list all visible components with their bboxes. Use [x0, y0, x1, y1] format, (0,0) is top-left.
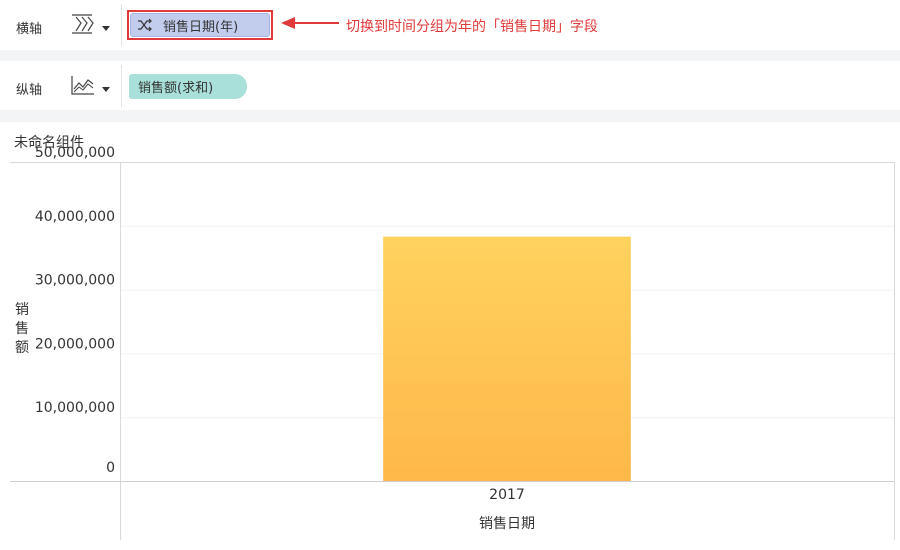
y-axis-field-pill[interactable]: 销售额(求和) [129, 74, 247, 99]
y-axis-title-char: 销 [15, 302, 29, 318]
y-tick-label: 0 [106, 460, 115, 476]
line-chart-icon [71, 76, 94, 95]
x-tick-label: 2017 [489, 487, 525, 503]
annotation-text: 切换到时间分组为年的「销售日期」字段 [346, 19, 598, 35]
y-axis-title: 销售额 [15, 302, 29, 356]
y-axis-title-char: 额 [15, 340, 29, 356]
bar [383, 236, 631, 481]
y-axis-title-char: 售 [15, 321, 29, 337]
chart-widget[interactable]: 未命名组件 0 10,000,000 20,000,000 30,000,000 40,… [0, 122, 900, 550]
divider [121, 4, 122, 46]
divider [121, 65, 122, 107]
y-axis-type-selector[interactable] [70, 71, 114, 99]
shuffle-icon [137, 18, 153, 32]
y-axis-label: 纵轴 [16, 83, 43, 98]
bar-chart: 0 10,000,000 20,000,000 30,000,000 40,000,00… [10, 145, 895, 540]
y-axis-field-name: 销售额(求和) [138, 81, 214, 96]
x-axis-field-pill[interactable]: 销售日期(年) [130, 13, 270, 37]
y-tick-label: 20,000,000 [35, 336, 115, 352]
x-axis-field-name: 销售日期(年) [163, 19, 239, 35]
chevron-down-icon [102, 26, 110, 31]
y-tick-label: 40,000,000 [35, 209, 115, 225]
x-axis-label: 横轴 [16, 22, 43, 37]
chevron-down-icon [102, 87, 110, 92]
y-tick-label: 10,000,000 [35, 400, 115, 416]
x-axis-title: 销售日期 [479, 516, 535, 532]
dimension-axis-icon [72, 14, 94, 34]
y-tick-label: 50,000,000 [35, 145, 115, 161]
annotation-arrow-icon [281, 17, 339, 29]
y-tick-label: 30,000,000 [35, 273, 115, 289]
x-axis-type-selector[interactable] [70, 10, 114, 38]
